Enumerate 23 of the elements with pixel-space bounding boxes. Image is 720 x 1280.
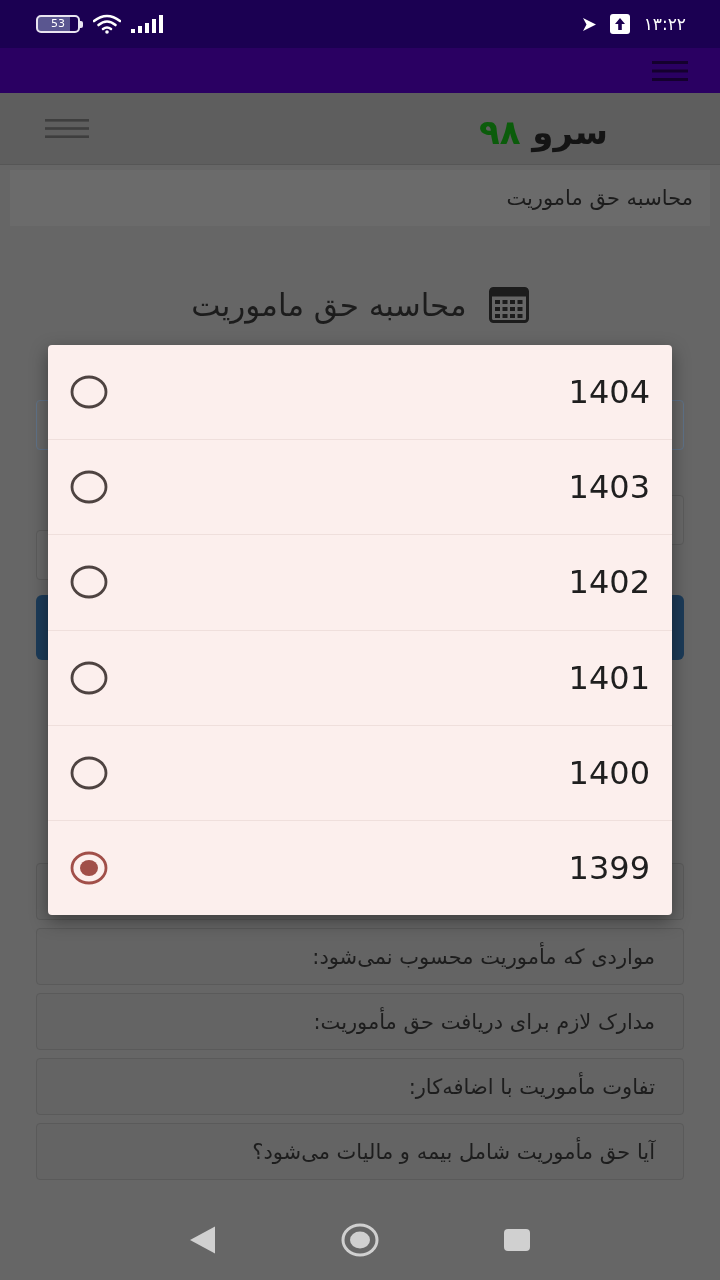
breadcrumb-item: محاسبه حق ماموریت xyxy=(506,186,693,210)
year-option[interactable]: 1403 xyxy=(48,440,672,536)
radio-button-icon[interactable] xyxy=(70,375,108,410)
radio-button-icon[interactable] xyxy=(70,850,108,885)
year-option[interactable]: 1401 xyxy=(48,630,672,726)
year-option[interactable]: 1399 xyxy=(48,820,672,916)
home-icon[interactable] xyxy=(341,1223,379,1257)
battery-indicator: 53 xyxy=(36,15,83,33)
radio-button-icon[interactable] xyxy=(70,565,108,600)
calculator-icon xyxy=(488,287,529,323)
year-option[interactable]: 1402 xyxy=(48,535,672,631)
page-heading: محاسبه حق ماموریت xyxy=(191,287,467,323)
radio-button-icon[interactable] xyxy=(70,470,108,505)
wifi-icon xyxy=(93,14,121,34)
back-icon[interactable] xyxy=(190,1226,216,1254)
clock-time: ۱۳:۲۲ xyxy=(643,14,686,34)
radio-button-icon[interactable] xyxy=(70,755,108,790)
year-option[interactable]: 1400 xyxy=(48,725,672,821)
upload-icon xyxy=(609,14,630,34)
year-option[interactable]: 1404 xyxy=(48,345,672,441)
send-icon xyxy=(582,17,596,31)
radio-button-icon[interactable] xyxy=(70,660,108,695)
signal-icon xyxy=(131,15,163,33)
